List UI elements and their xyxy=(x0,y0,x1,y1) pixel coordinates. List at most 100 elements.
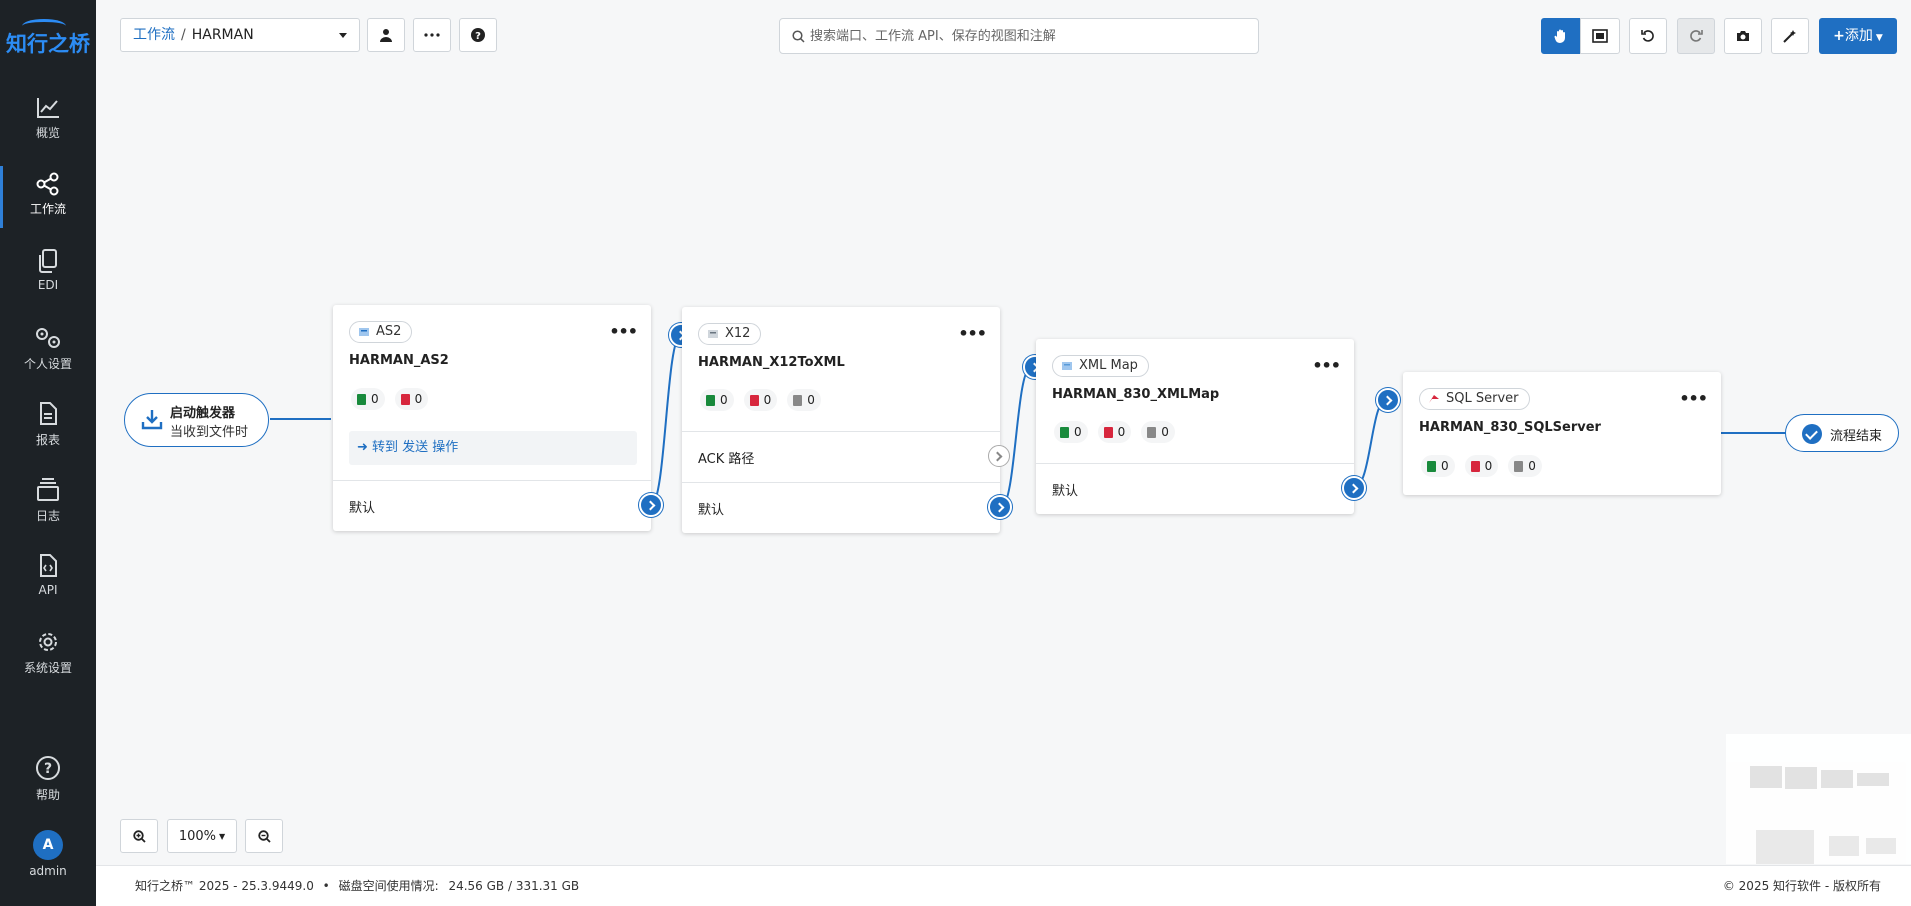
sidebar-item-workflow[interactable]: 工作流 xyxy=(0,166,96,234)
flow-end-node[interactable]: 流程结束 xyxy=(1785,414,1899,452)
error-count[interactable]: 0 xyxy=(1464,455,1499,477)
goto-send-action-link[interactable]: ➜ 转到 发送 操作 xyxy=(349,431,637,465)
sidebar-item-help[interactable]: ? 帮助 xyxy=(0,754,96,816)
file-pending-icon xyxy=(793,394,803,406)
gear-icon xyxy=(39,633,57,651)
sidebar-item-label: API xyxy=(38,583,58,597)
node-menu-button[interactable]: ••• xyxy=(1312,356,1341,375)
sidebar-item-reports[interactable]: 报表 xyxy=(0,401,96,463)
node-menu-button[interactable]: ••• xyxy=(609,322,638,341)
sidebar-item-system-settings[interactable]: 系统设置 xyxy=(0,629,96,691)
file-error-icon xyxy=(749,394,759,406)
output-port-default[interactable] xyxy=(1342,476,1366,500)
minimap-node xyxy=(1821,770,1853,788)
footer-bullet: • xyxy=(322,879,330,893)
sidebar-item-label: 报表 xyxy=(35,433,60,447)
user-menu[interactable]: A admin xyxy=(0,830,96,892)
pending-count[interactable]: 0 xyxy=(1141,421,1175,443)
minimap-node xyxy=(1785,767,1817,789)
sidebar-item-label: 工作流 xyxy=(29,202,66,216)
disk-usage-value: 24.56 GB / 331.31 GB xyxy=(448,879,580,893)
zoom-level-value: 100% xyxy=(178,828,216,844)
zoom-in-button[interactable] xyxy=(120,819,158,853)
connector-type-label: X12 xyxy=(725,326,751,341)
error-count[interactable]: 0 xyxy=(743,389,778,411)
success-count[interactable]: 0 xyxy=(700,389,734,411)
sidebar-item-api[interactable]: API xyxy=(0,553,96,615)
file-success-icon xyxy=(357,393,366,405)
node-title: HARMAN_AS2 xyxy=(349,353,449,368)
file-pending-icon xyxy=(1147,426,1157,438)
sidebar-item-label: 日志 xyxy=(35,509,60,523)
trigger-title: 启动触发器 xyxy=(170,406,236,421)
download-icon xyxy=(141,410,163,430)
minimap-viewport[interactable] xyxy=(1756,830,1814,864)
port-label-default: 默认 xyxy=(349,501,376,516)
sidebar-item-label: EDI xyxy=(37,278,59,292)
file-success-icon xyxy=(1060,426,1069,438)
connector-type-label: SQL Server xyxy=(1446,391,1519,406)
sidebar-item-logs[interactable]: 日志 xyxy=(0,477,96,539)
sidebar: 知行之桥 概览 工作流 EDI 个人设置 报表 日志 API 系统设置 ? 帮助… xyxy=(0,0,96,906)
port-label-default: 默认 xyxy=(1052,484,1079,499)
input-port-sqlserver[interactable] xyxy=(1376,388,1400,412)
error-count[interactable]: 0 xyxy=(394,388,429,410)
output-port-default[interactable] xyxy=(988,495,1012,519)
connector-type-badge: XML Map xyxy=(1052,355,1149,377)
chevron-down-icon: ▼ xyxy=(219,831,226,841)
output-port-ack[interactable] xyxy=(988,445,1010,467)
as2-icon xyxy=(359,328,369,336)
connector-type-label: AS2 xyxy=(376,324,402,339)
file-error-icon xyxy=(1103,426,1113,438)
sidebar-item-edi[interactable]: EDI xyxy=(0,248,96,310)
minimap[interactable] xyxy=(1726,734,1911,864)
footer-status: 知行之桥™ 2025 - 25.3.9449.0 • 磁盘空间使用情况: 24.… xyxy=(135,866,579,906)
success-count[interactable]: 0 xyxy=(1054,421,1088,443)
zoom-out-button[interactable] xyxy=(245,819,283,853)
zoom-level-select[interactable]: 100% ▼ xyxy=(167,819,237,853)
avatar: A xyxy=(33,830,63,860)
zoom-out-icon xyxy=(257,829,271,843)
divider xyxy=(333,480,651,481)
brand-logo-text: 知行之桥 xyxy=(6,32,90,56)
error-count[interactable]: 0 xyxy=(1097,421,1132,443)
node-counters: 0 0 xyxy=(351,388,429,410)
node-title: HARMAN_X12ToXML xyxy=(698,355,845,370)
node-menu-button[interactable]: ••• xyxy=(1679,389,1708,408)
start-trigger-node[interactable]: 启动触发器 当收到文件时 xyxy=(124,393,269,447)
footer: 知行之桥™ 2025 - 25.3.9449.0 • 磁盘空间使用情况: 24.… xyxy=(96,865,1911,906)
minimap-node xyxy=(1857,773,1889,786)
success-count[interactable]: 0 xyxy=(351,388,385,410)
node-counters: 0 0 0 xyxy=(1421,455,1542,477)
node-counters: 0 0 0 xyxy=(1054,421,1175,443)
file-code-icon xyxy=(40,554,57,577)
version-text: 知行之桥™ 2025 - 25.3.9449.0 xyxy=(135,879,314,893)
user-name: admin xyxy=(29,864,67,878)
file-success-icon xyxy=(1427,460,1436,472)
connector-node-x12[interactable]: X12 ••• HARMAN_X12ToXML 0 0 0 ACK 路径 默认 xyxy=(682,307,1012,533)
minimap-node xyxy=(1866,838,1896,854)
port-label-default: 默认 xyxy=(698,503,725,518)
connector-type-label: XML Map xyxy=(1079,358,1138,373)
connector-type-badge: X12 xyxy=(698,323,762,345)
svg-text:?: ? xyxy=(44,761,52,777)
node-title: HARMAN_830_XMLMap xyxy=(1052,387,1220,402)
pending-count[interactable]: 0 xyxy=(787,389,821,411)
divider xyxy=(682,482,1000,483)
sidebar-item-label: 概览 xyxy=(35,126,60,140)
sidebar-item-profile-settings[interactable]: 个人设置 xyxy=(0,325,96,387)
output-port-default[interactable] xyxy=(639,493,663,517)
flow-end-label: 流程结束 xyxy=(1830,429,1883,444)
connector-node-sqlserver[interactable]: SQL Server ••• HARMAN_830_SQLServer 0 0 … xyxy=(1403,372,1721,495)
success-count[interactable]: 0 xyxy=(1421,455,1455,477)
node-counters: 0 0 0 xyxy=(700,389,821,411)
sidebar-item-overview[interactable]: 概览 xyxy=(0,96,96,158)
connector-node-as2[interactable]: AS2 ••• HARMAN_AS2 0 0 ➜ 转到 发送 操作 默认 xyxy=(333,305,663,531)
trigger-subtitle: 当收到文件时 xyxy=(170,425,249,440)
zoom-in-icon xyxy=(132,829,146,843)
node-menu-button[interactable]: ••• xyxy=(958,324,987,343)
connector-node-xmlmap[interactable]: XML Map ••• HARMAN_830_XMLMap 0 0 0 默认 xyxy=(1036,339,1366,514)
brand-logo[interactable]: 知行之桥 xyxy=(6,19,90,56)
pending-count[interactable]: 0 xyxy=(1508,455,1542,477)
chart-line-icon xyxy=(37,98,59,118)
